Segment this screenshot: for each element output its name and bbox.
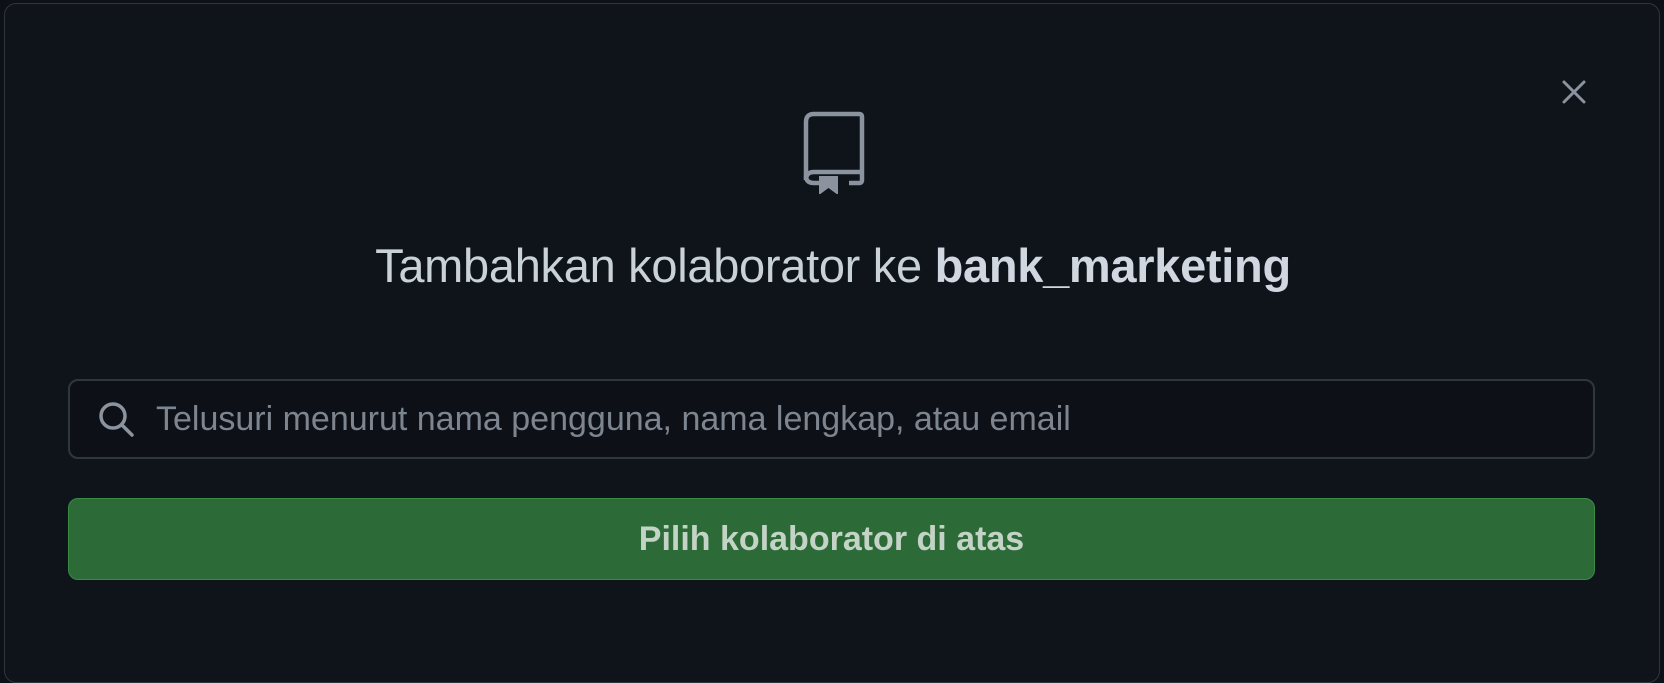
select-collaborator-button[interactable]: Pilih kolaborator di atas bbox=[68, 498, 1595, 580]
dialog-title-prefix: Tambahkan kolaborator ke bbox=[375, 239, 935, 292]
search-field[interactable] bbox=[68, 379, 1595, 459]
add-collaborator-dialog: Tambahkan kolaborator ke bank_marketing … bbox=[4, 3, 1660, 683]
close-button[interactable] bbox=[1559, 77, 1589, 107]
search-input[interactable] bbox=[156, 381, 1593, 457]
repo-name: bank_marketing bbox=[934, 239, 1292, 292]
dialog-title: Tambahkan kolaborator ke bank_marketing bbox=[5, 236, 1661, 296]
repo-icon bbox=[803, 111, 865, 194]
close-icon bbox=[1562, 80, 1586, 104]
search-icon bbox=[99, 402, 134, 437]
